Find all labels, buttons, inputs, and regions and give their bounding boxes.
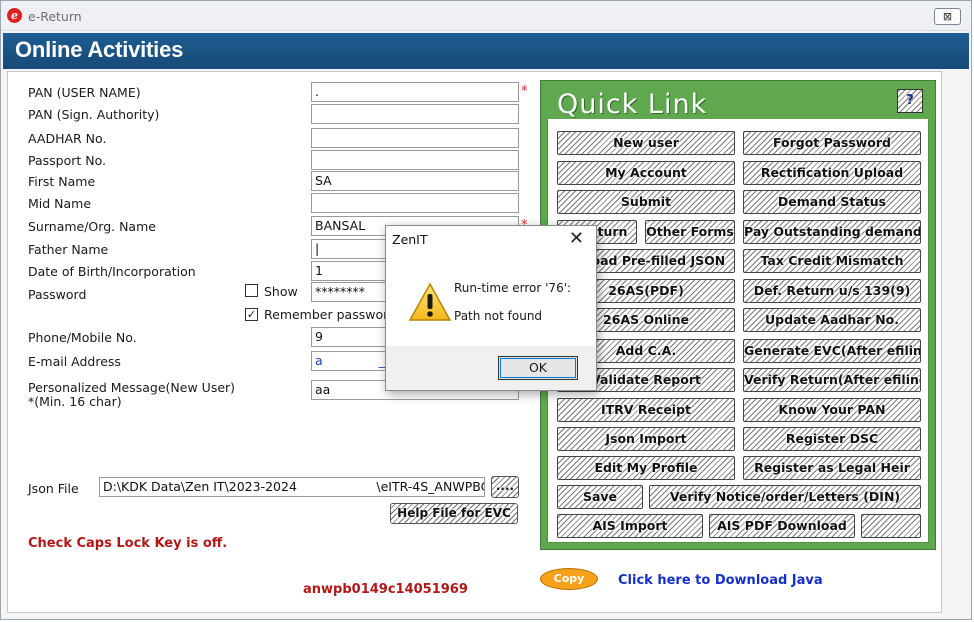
ok-button[interactable]: OK [498, 356, 578, 380]
dialog-detail: Path not found [454, 309, 543, 323]
password-label: Password [28, 287, 87, 302]
title-bar: e e-Return ⊠ [1, 1, 971, 31]
email-value-tail: _ [378, 353, 385, 368]
pay-outstanding-demand-button[interactable]: Pay Outstanding demand [743, 220, 921, 244]
tax-credit-mismatch-button[interactable]: Tax Credit Mismatch [743, 249, 921, 273]
remember-password-checkbox[interactable]: ✓ [245, 308, 258, 321]
personal-msg-label: Personalized Message(New User) [28, 380, 236, 395]
phone-value: 9 [315, 329, 323, 344]
dialog-message: Run-time error '76': [454, 281, 572, 295]
quick-link-header: Quick Link ? [547, 87, 929, 120]
caps-lock-warning: Check Caps Lock Key is off. [28, 536, 228, 551]
json-file-input[interactable]: D:\KDK Data\Zen IT\2023-2024 \eITR-4S_AN… [99, 477, 485, 497]
edit-my-profile-button[interactable]: Edit My Profile [557, 456, 735, 480]
extra-quick-link-button[interactable] [861, 514, 921, 538]
save-button[interactable]: Save [557, 485, 643, 509]
passport-input[interactable] [311, 150, 519, 170]
json-file-label: Json File [28, 481, 79, 496]
submit-button[interactable]: Submit [557, 190, 735, 214]
pan-required-mark: * [521, 84, 528, 99]
register-dsc-button[interactable]: Register DSC [743, 427, 921, 451]
app-logo-icon: e [7, 8, 22, 23]
dialog-title: ZenIT [392, 232, 428, 247]
remember-password-label: Remember password [264, 307, 396, 322]
pan-sign-label: PAN (Sign. Authority) [28, 107, 160, 122]
show-password-label: Show [264, 284, 298, 299]
quick-link-title: Quick Link [557, 89, 708, 120]
personal-msg-hint: *(Min. 16 char) [28, 394, 122, 409]
quick-link-panel: Quick Link ? New user Forgot Password My… [540, 80, 936, 550]
new-user-button[interactable]: New user [557, 131, 735, 155]
surname-label: Surname/Org. Name [28, 219, 156, 234]
register-legal-heir-button[interactable]: Register as Legal Heir [743, 456, 921, 480]
update-aadhar-button[interactable]: Update Aadhar No. [743, 308, 921, 332]
father-name-label: Father Name [28, 242, 109, 257]
pan-id-text: anwpb0149c14051969 [303, 582, 468, 597]
verify-return-button[interactable]: Verify Return(After efiling) [743, 368, 921, 392]
pan-sign-input[interactable] [311, 104, 519, 124]
header-banner: Online Activities [3, 33, 969, 69]
other-forms-button[interactable]: Other Forms [645, 220, 735, 244]
warning-icon [408, 282, 452, 321]
demand-status-button[interactable]: Demand Status [743, 190, 921, 214]
window-title: e-Return [28, 9, 82, 24]
ais-import-button[interactable]: AIS Import [557, 514, 703, 538]
page-title: Online Activities [15, 37, 184, 62]
help-evc-button[interactable]: Help File for EVC [390, 503, 518, 524]
mid-name-input[interactable] [311, 193, 519, 213]
ais-pdf-download-button[interactable]: AIS PDF Download [709, 514, 855, 538]
generate-evc-button[interactable]: Generate EVC(After efiling) [743, 339, 921, 363]
dob-label: Date of Birth/Incorporation [28, 264, 196, 279]
pan-label: PAN (USER NAME) [28, 85, 141, 100]
mid-name-label: Mid Name [28, 196, 92, 211]
first-name-label: First Name [28, 174, 96, 189]
know-your-pan-button[interactable]: Know Your PAN [743, 398, 921, 422]
json-import-button[interactable]: Json Import [557, 427, 735, 451]
email-value: a [315, 353, 323, 368]
error-dialog: ZenIT ✕ Run-time error '76': Path not fo… [385, 225, 597, 391]
aadhar-label: AADHAR No. [28, 131, 107, 146]
defective-return-button[interactable]: Def. Return u/s 139(9) [743, 279, 921, 303]
forgot-password-button[interactable]: Forgot Password [743, 131, 921, 155]
verify-notice-din-button[interactable]: Verify Notice/order/Letters (DIN) [649, 485, 921, 509]
download-java-link[interactable]: Click here to Download Java [618, 573, 823, 588]
show-password-checkbox[interactable] [245, 284, 258, 297]
window-close-button[interactable]: ⊠ [934, 8, 961, 25]
rectification-upload-button[interactable]: Rectification Upload [743, 161, 921, 185]
help-icon[interactable]: ? [897, 89, 923, 113]
passport-label: Passport No. [28, 153, 107, 168]
email-label: E-mail Address [28, 354, 121, 369]
my-account-button[interactable]: My Account [557, 161, 735, 185]
copy-button[interactable]: Copy [540, 568, 598, 590]
browse-json-button[interactable]: .... [491, 476, 519, 498]
itrv-receipt-button[interactable]: ITRV Receipt [557, 398, 735, 422]
first-name-input[interactable]: SA [311, 171, 519, 191]
dialog-footer: OK [386, 346, 596, 390]
pan-input[interactable]: . [311, 82, 519, 102]
phone-label: Phone/Mobile No. [28, 330, 137, 345]
app-window: e e-Return ⊠ Online Activities PAN (USER… [0, 0, 972, 620]
aadhar-input[interactable] [311, 128, 519, 148]
dialog-close-icon[interactable]: ✕ [569, 228, 584, 249]
